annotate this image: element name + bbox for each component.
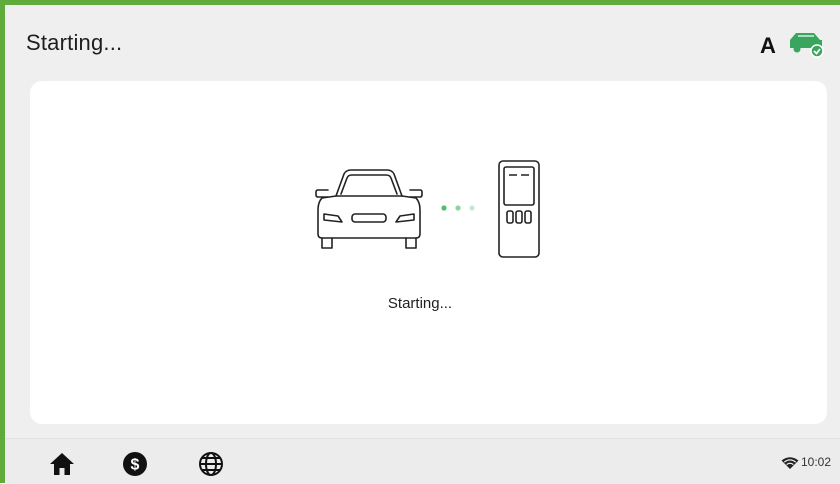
home-icon[interactable] — [49, 451, 75, 477]
progress-dot — [441, 205, 447, 211]
globe-icon[interactable] — [198, 451, 224, 477]
progress-dot — [469, 205, 475, 211]
progress-dot — [455, 205, 461, 211]
header — [5, 5, 840, 77]
ev-charger-connected-icon — [790, 33, 824, 58]
svg-text:$: $ — [131, 457, 140, 474]
charging-station-icon — [498, 160, 540, 258]
car-icon — [315, 169, 423, 249]
page-title: Starting... — [26, 30, 123, 55]
clock: 10:02 — [801, 455, 832, 469]
dollar-icon[interactable]: $ — [122, 451, 148, 477]
progress-dots — [441, 205, 475, 211]
status-message: Starting... — [387, 295, 453, 312]
wifi-icon — [781, 457, 799, 469]
mode-indicator: A — [760, 33, 776, 58]
status-card — [30, 81, 827, 424]
bottom-nav-bar: $ 10:02 — [5, 438, 840, 484]
